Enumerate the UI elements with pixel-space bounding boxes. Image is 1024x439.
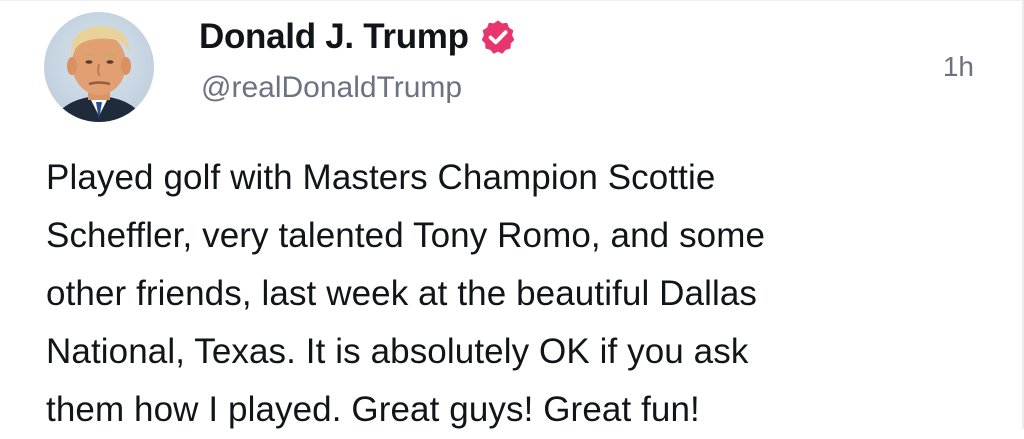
post-text-line: Played golf with Masters Champion Scotti… <box>46 158 716 197</box>
post-text-line: other friends, last week at the beautifu… <box>46 274 758 313</box>
author-avatar[interactable] <box>44 12 154 122</box>
author-handle[interactable]: @realDonaldTrump <box>201 71 462 105</box>
author-display-name[interactable]: Donald J. Trump <box>199 17 469 57</box>
author-name-row: Donald J. Trump <box>199 15 517 59</box>
post-text: Played golf with Masters Champion Scotti… <box>46 149 996 439</box>
post-text-line: Scheffler, very talented Tony Romo, and … <box>46 216 766 255</box>
avatar-photo-icon <box>52 26 146 122</box>
post-timestamp[interactable]: 1h <box>943 51 974 83</box>
post-card: Donald J. Trump @realDonaldTrump 1h Play… <box>0 0 1024 429</box>
verified-badge-icon <box>479 18 517 56</box>
post-text-line: them how I played. Great guys! Great fun… <box>46 390 700 429</box>
post-text-line: National, Texas. It is absolutely OK if … <box>46 332 749 371</box>
